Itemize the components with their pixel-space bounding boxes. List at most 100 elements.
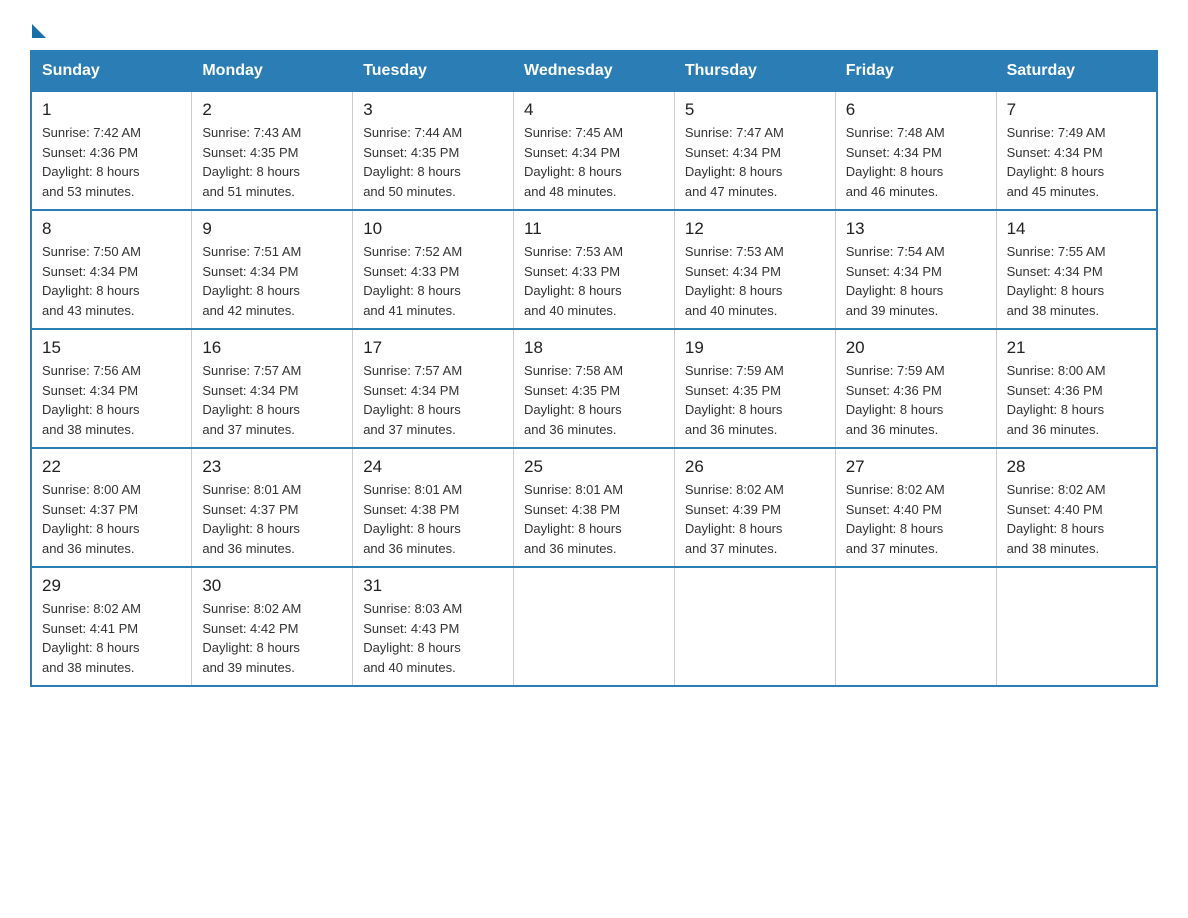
day-info: Sunrise: 8:02 AMSunset: 4:41 PMDaylight:…: [42, 601, 141, 675]
calendar-day-27: 27 Sunrise: 8:02 AMSunset: 4:40 PMDaylig…: [835, 448, 996, 567]
day-number: 22: [42, 457, 181, 477]
day-number: 26: [685, 457, 825, 477]
day-number: 4: [524, 100, 664, 120]
day-info: Sunrise: 7:53 AMSunset: 4:33 PMDaylight:…: [524, 244, 623, 318]
day-info: Sunrise: 8:02 AMSunset: 4:40 PMDaylight:…: [846, 482, 945, 556]
calendar-week-4: 22 Sunrise: 8:00 AMSunset: 4:37 PMDaylig…: [31, 448, 1157, 567]
day-info: Sunrise: 7:58 AMSunset: 4:35 PMDaylight:…: [524, 363, 623, 437]
calendar-day-26: 26 Sunrise: 8:02 AMSunset: 4:39 PMDaylig…: [674, 448, 835, 567]
day-info: Sunrise: 7:44 AMSunset: 4:35 PMDaylight:…: [363, 125, 462, 199]
day-info: Sunrise: 8:02 AMSunset: 4:40 PMDaylight:…: [1007, 482, 1106, 556]
day-info: Sunrise: 8:01 AMSunset: 4:37 PMDaylight:…: [202, 482, 301, 556]
calendar-day-19: 19 Sunrise: 7:59 AMSunset: 4:35 PMDaylig…: [674, 329, 835, 448]
calendar-week-3: 15 Sunrise: 7:56 AMSunset: 4:34 PMDaylig…: [31, 329, 1157, 448]
day-number: 25: [524, 457, 664, 477]
day-number: 20: [846, 338, 986, 358]
day-number: 31: [363, 576, 503, 596]
day-info: Sunrise: 7:52 AMSunset: 4:33 PMDaylight:…: [363, 244, 462, 318]
day-number: 28: [1007, 457, 1146, 477]
day-number: 1: [42, 100, 181, 120]
day-info: Sunrise: 7:49 AMSunset: 4:34 PMDaylight:…: [1007, 125, 1106, 199]
calendar-table: SundayMondayTuesdayWednesdayThursdayFrid…: [30, 50, 1158, 687]
day-number: 23: [202, 457, 342, 477]
day-info: Sunrise: 7:51 AMSunset: 4:34 PMDaylight:…: [202, 244, 301, 318]
day-info: Sunrise: 7:48 AMSunset: 4:34 PMDaylight:…: [846, 125, 945, 199]
day-info: Sunrise: 7:45 AMSunset: 4:34 PMDaylight:…: [524, 125, 623, 199]
page-header: [30, 20, 1158, 38]
column-header-wednesday: Wednesday: [514, 51, 675, 91]
day-number: 30: [202, 576, 342, 596]
day-number: 14: [1007, 219, 1146, 239]
day-info: Sunrise: 8:01 AMSunset: 4:38 PMDaylight:…: [363, 482, 462, 556]
calendar-day-25: 25 Sunrise: 8:01 AMSunset: 4:38 PMDaylig…: [514, 448, 675, 567]
column-header-thursday: Thursday: [674, 51, 835, 91]
calendar-week-1: 1 Sunrise: 7:42 AMSunset: 4:36 PMDayligh…: [31, 91, 1157, 210]
day-number: 6: [846, 100, 986, 120]
calendar-day-5: 5 Sunrise: 7:47 AMSunset: 4:34 PMDayligh…: [674, 91, 835, 210]
calendar-day-2: 2 Sunrise: 7:43 AMSunset: 4:35 PMDayligh…: [192, 91, 353, 210]
day-number: 5: [685, 100, 825, 120]
calendar-week-5: 29 Sunrise: 8:02 AMSunset: 4:41 PMDaylig…: [31, 567, 1157, 686]
calendar-day-28: 28 Sunrise: 8:02 AMSunset: 4:40 PMDaylig…: [996, 448, 1157, 567]
day-number: 7: [1007, 100, 1146, 120]
day-info: Sunrise: 8:02 AMSunset: 4:39 PMDaylight:…: [685, 482, 784, 556]
day-number: 2: [202, 100, 342, 120]
calendar-day-7: 7 Sunrise: 7:49 AMSunset: 4:34 PMDayligh…: [996, 91, 1157, 210]
day-info: Sunrise: 7:55 AMSunset: 4:34 PMDaylight:…: [1007, 244, 1106, 318]
calendar-day-16: 16 Sunrise: 7:57 AMSunset: 4:34 PMDaylig…: [192, 329, 353, 448]
calendar-day-15: 15 Sunrise: 7:56 AMSunset: 4:34 PMDaylig…: [31, 329, 192, 448]
calendar-day-3: 3 Sunrise: 7:44 AMSunset: 4:35 PMDayligh…: [353, 91, 514, 210]
day-number: 11: [524, 219, 664, 239]
calendar-day-10: 10 Sunrise: 7:52 AMSunset: 4:33 PMDaylig…: [353, 210, 514, 329]
empty-cell: [996, 567, 1157, 686]
column-header-tuesday: Tuesday: [353, 51, 514, 91]
day-number: 29: [42, 576, 181, 596]
day-number: 21: [1007, 338, 1146, 358]
empty-cell: [835, 567, 996, 686]
day-info: Sunrise: 7:57 AMSunset: 4:34 PMDaylight:…: [202, 363, 301, 437]
day-info: Sunrise: 7:57 AMSunset: 4:34 PMDaylight:…: [363, 363, 462, 437]
calendar-day-14: 14 Sunrise: 7:55 AMSunset: 4:34 PMDaylig…: [996, 210, 1157, 329]
empty-cell: [514, 567, 675, 686]
calendar-day-11: 11 Sunrise: 7:53 AMSunset: 4:33 PMDaylig…: [514, 210, 675, 329]
day-number: 17: [363, 338, 503, 358]
day-number: 12: [685, 219, 825, 239]
logo-triangle-icon: [32, 24, 46, 38]
calendar-day-20: 20 Sunrise: 7:59 AMSunset: 4:36 PMDaylig…: [835, 329, 996, 448]
day-info: Sunrise: 8:00 AMSunset: 4:37 PMDaylight:…: [42, 482, 141, 556]
calendar-day-29: 29 Sunrise: 8:02 AMSunset: 4:41 PMDaylig…: [31, 567, 192, 686]
day-headers-row: SundayMondayTuesdayWednesdayThursdayFrid…: [31, 51, 1157, 91]
day-info: Sunrise: 7:59 AMSunset: 4:35 PMDaylight:…: [685, 363, 784, 437]
day-number: 27: [846, 457, 986, 477]
day-number: 3: [363, 100, 503, 120]
calendar-day-8: 8 Sunrise: 7:50 AMSunset: 4:34 PMDayligh…: [31, 210, 192, 329]
day-info: Sunrise: 7:56 AMSunset: 4:34 PMDaylight:…: [42, 363, 141, 437]
column-header-sunday: Sunday: [31, 51, 192, 91]
calendar-day-23: 23 Sunrise: 8:01 AMSunset: 4:37 PMDaylig…: [192, 448, 353, 567]
day-info: Sunrise: 7:42 AMSunset: 4:36 PMDaylight:…: [42, 125, 141, 199]
calendar-day-30: 30 Sunrise: 8:02 AMSunset: 4:42 PMDaylig…: [192, 567, 353, 686]
calendar-day-24: 24 Sunrise: 8:01 AMSunset: 4:38 PMDaylig…: [353, 448, 514, 567]
day-number: 18: [524, 338, 664, 358]
day-info: Sunrise: 7:50 AMSunset: 4:34 PMDaylight:…: [42, 244, 141, 318]
calendar-day-4: 4 Sunrise: 7:45 AMSunset: 4:34 PMDayligh…: [514, 91, 675, 210]
day-info: Sunrise: 8:01 AMSunset: 4:38 PMDaylight:…: [524, 482, 623, 556]
empty-cell: [674, 567, 835, 686]
calendar-day-1: 1 Sunrise: 7:42 AMSunset: 4:36 PMDayligh…: [31, 91, 192, 210]
day-number: 24: [363, 457, 503, 477]
day-number: 8: [42, 219, 181, 239]
day-info: Sunrise: 8:00 AMSunset: 4:36 PMDaylight:…: [1007, 363, 1106, 437]
day-info: Sunrise: 7:43 AMSunset: 4:35 PMDaylight:…: [202, 125, 301, 199]
day-info: Sunrise: 8:02 AMSunset: 4:42 PMDaylight:…: [202, 601, 301, 675]
column-header-friday: Friday: [835, 51, 996, 91]
day-number: 19: [685, 338, 825, 358]
day-info: Sunrise: 7:54 AMSunset: 4:34 PMDaylight:…: [846, 244, 945, 318]
calendar-day-22: 22 Sunrise: 8:00 AMSunset: 4:37 PMDaylig…: [31, 448, 192, 567]
column-header-monday: Monday: [192, 51, 353, 91]
day-number: 9: [202, 219, 342, 239]
day-info: Sunrise: 8:03 AMSunset: 4:43 PMDaylight:…: [363, 601, 462, 675]
calendar-day-17: 17 Sunrise: 7:57 AMSunset: 4:34 PMDaylig…: [353, 329, 514, 448]
calendar-day-6: 6 Sunrise: 7:48 AMSunset: 4:34 PMDayligh…: [835, 91, 996, 210]
day-info: Sunrise: 7:59 AMSunset: 4:36 PMDaylight:…: [846, 363, 945, 437]
day-number: 15: [42, 338, 181, 358]
